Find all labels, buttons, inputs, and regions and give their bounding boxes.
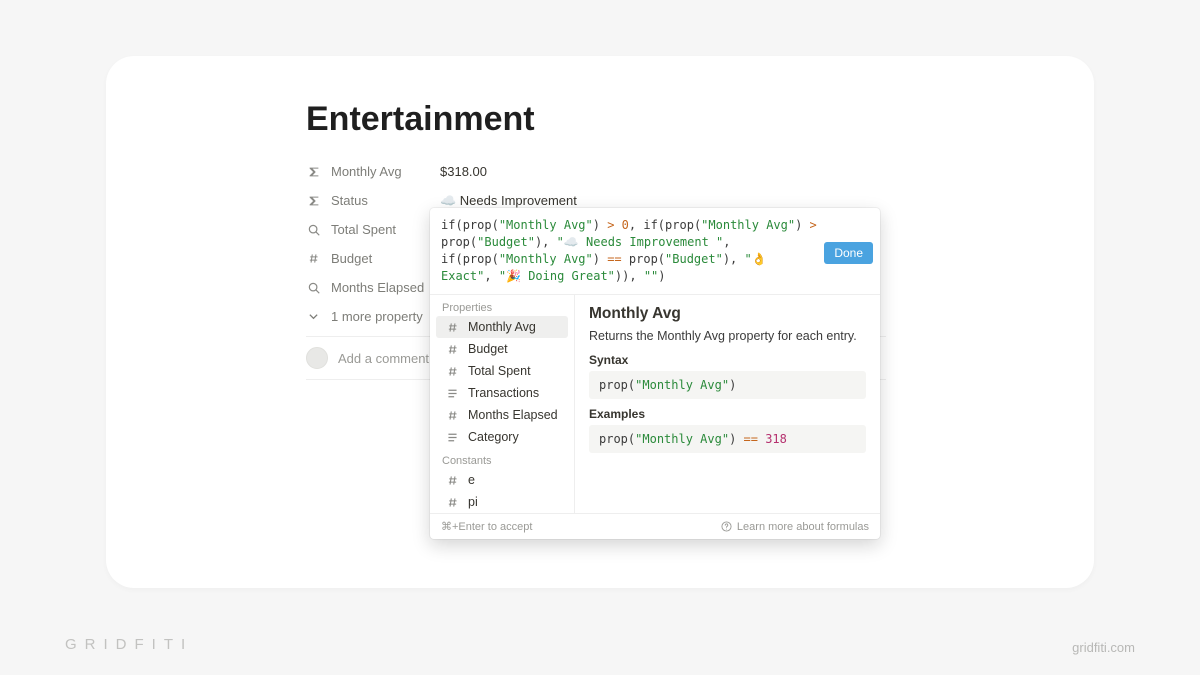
sidebar-item-label: Transactions bbox=[468, 386, 539, 400]
syntax-code: prop("Monthly Avg") bbox=[589, 371, 866, 399]
property-name: Monthly Avg bbox=[331, 164, 402, 179]
sidebar-item-label: Category bbox=[468, 430, 519, 444]
chevron-down-icon bbox=[306, 311, 321, 322]
formula-detail: Monthly Avg Returns the Monthly Avg prop… bbox=[574, 295, 880, 513]
sidebar-item-label: Months Elapsed bbox=[468, 408, 558, 422]
search-icon bbox=[306, 281, 321, 295]
sidebar-item[interactable]: pi bbox=[436, 491, 568, 513]
property-label[interactable]: Budget bbox=[306, 251, 440, 266]
property-value[interactable]: $318.00 bbox=[440, 164, 487, 179]
property-name: Total Spent bbox=[331, 222, 396, 237]
hash-icon bbox=[446, 343, 459, 356]
hash-icon bbox=[446, 474, 459, 487]
examples-heading: Examples bbox=[589, 407, 866, 421]
done-button[interactable]: Done bbox=[824, 242, 873, 264]
lines-icon bbox=[446, 387, 459, 400]
sidebar-item-label: Total Spent bbox=[468, 364, 531, 378]
property-name: Status bbox=[331, 193, 368, 208]
example-code: prop("Monthly Avg") == 318 bbox=[589, 425, 866, 453]
hash-icon bbox=[306, 252, 321, 265]
formula-popup: if(prop("Monthly Avg") > 0, if(prop("Mon… bbox=[430, 208, 880, 539]
property-row[interactable]: Monthly Avg $318.00 bbox=[306, 157, 886, 186]
brand-url: gridfiti.com bbox=[1072, 640, 1135, 655]
sidebar-item[interactable]: Transactions bbox=[436, 382, 568, 404]
sidebar-item[interactable]: Months Elapsed bbox=[436, 404, 568, 426]
sidebar-group-label: Properties bbox=[430, 295, 574, 316]
page-title[interactable]: Entertainment bbox=[306, 100, 886, 139]
sidebar-item[interactable]: Total Spent bbox=[436, 360, 568, 382]
sidebar-item-label: pi bbox=[468, 495, 478, 509]
hash-icon bbox=[446, 409, 459, 422]
sigma-icon bbox=[306, 194, 321, 208]
sidebar-item[interactable]: Monthly Avg bbox=[436, 316, 568, 338]
comment-placeholder: Add a comment... bbox=[338, 351, 440, 366]
property-label[interactable]: Monthly Avg bbox=[306, 164, 440, 179]
search-icon bbox=[306, 223, 321, 237]
hash-icon bbox=[446, 365, 459, 378]
accept-hint: ⌘+Enter to accept bbox=[441, 520, 532, 533]
property-label[interactable]: Status bbox=[306, 193, 440, 208]
avatar bbox=[306, 347, 328, 369]
property-name: Months Elapsed bbox=[331, 280, 424, 295]
sidebar-item-label: Monthly Avg bbox=[468, 320, 536, 334]
brand-logo: GRIDFITI bbox=[65, 636, 193, 653]
sidebar-item[interactable]: e bbox=[436, 469, 568, 491]
syntax-heading: Syntax bbox=[589, 353, 866, 367]
detail-description: Returns the Monthly Avg property for eac… bbox=[589, 329, 866, 343]
help-icon bbox=[721, 521, 732, 532]
property-label[interactable]: Months Elapsed bbox=[306, 280, 440, 295]
sidebar-group-label: Constants bbox=[430, 448, 574, 469]
property-value[interactable]: ☁️ Needs Improvement bbox=[440, 193, 577, 209]
formula-sidebar: Properties Monthly Avg Budget Total Spent Tr… bbox=[430, 295, 574, 513]
sidebar-item-label: Budget bbox=[468, 342, 508, 356]
learn-more-link[interactable]: Learn more about formulas bbox=[721, 521, 869, 533]
hash-icon bbox=[446, 496, 459, 509]
property-label[interactable]: Total Spent bbox=[306, 222, 440, 237]
lines-icon bbox=[446, 431, 459, 444]
hash-icon bbox=[446, 321, 459, 334]
more-properties-label: 1 more property bbox=[331, 309, 423, 324]
sigma-icon bbox=[306, 165, 321, 179]
sidebar-item[interactable]: Budget bbox=[436, 338, 568, 360]
formula-editor[interactable]: if(prop("Monthly Avg") > 0, if(prop("Mon… bbox=[430, 208, 880, 294]
sidebar-item-label: e bbox=[468, 473, 475, 487]
learn-more-label: Learn more about formulas bbox=[737, 521, 869, 533]
property-name: Budget bbox=[331, 251, 372, 266]
detail-title: Monthly Avg bbox=[589, 305, 866, 323]
sidebar-item[interactable]: Category bbox=[436, 426, 568, 448]
